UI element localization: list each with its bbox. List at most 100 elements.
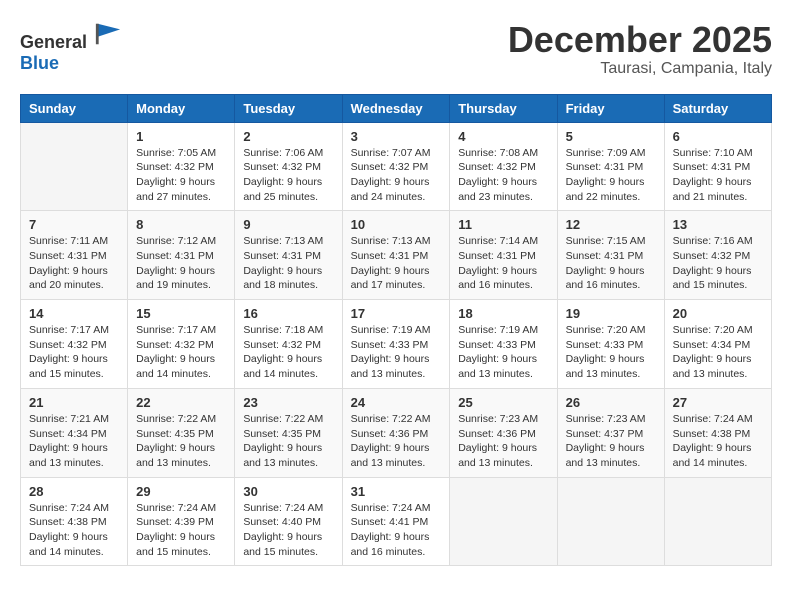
day-number: 22 <box>136 395 226 410</box>
calendar-table: SundayMondayTuesdayWednesdayThursdayFrid… <box>20 94 772 567</box>
day-number: 23 <box>243 395 333 410</box>
calendar-cell: 17Sunrise: 7:19 AMSunset: 4:33 PMDayligh… <box>342 300 450 389</box>
calendar-cell: 25Sunrise: 7:23 AMSunset: 4:36 PMDayligh… <box>450 388 557 477</box>
logo-text: General Blue <box>20 20 122 74</box>
day-info: Sunrise: 7:13 AMSunset: 4:31 PMDaylight:… <box>351 234 442 293</box>
weekday-header-friday: Friday <box>557 94 664 122</box>
calendar-cell: 2Sunrise: 7:06 AMSunset: 4:32 PMDaylight… <box>235 122 342 211</box>
day-info: Sunrise: 7:24 AMSunset: 4:41 PMDaylight:… <box>351 501 442 560</box>
day-info: Sunrise: 7:20 AMSunset: 4:34 PMDaylight:… <box>673 323 763 382</box>
page-header: General Blue December 2025 Taurasi, Camp… <box>20 20 772 78</box>
weekday-header-sunday: Sunday <box>21 94 128 122</box>
day-number: 9 <box>243 217 333 232</box>
calendar-cell: 15 Sunrise: 7:17 AMSunset: 4:32 PMDayligh… <box>128 300 235 389</box>
logo-general: General <box>20 32 87 52</box>
day-info: Sunrise: 7:13 AMSunset: 4:31 PMDaylight:… <box>243 234 333 293</box>
calendar-cell: 14Sunrise: 7:17 AMSunset: 4:32 PMDayligh… <box>21 300 128 389</box>
calendar-cell: 13Sunrise: 7:16 AMSunset: 4:32 PMDayligh… <box>664 211 771 300</box>
day-info: Sunrise: 7:15 AMSunset: 4:31 PMDaylight:… <box>566 234 656 293</box>
day-info: Sunrise: 7:17 AMSunset: 4:32 PMDaylight:… <box>136 323 226 382</box>
calendar-cell: 11 Sunrise: 7:14 AMSunset: 4:31 PMDayligh… <box>450 211 557 300</box>
calendar-cell: 21Sunrise: 7:21 AMSunset: 4:34 PMDayligh… <box>21 388 128 477</box>
weekday-header-thursday: Thursday <box>450 94 557 122</box>
calendar-cell: 4 Sunrise: 7:08 AMSunset: 4:32 PMDaylight… <box>450 122 557 211</box>
day-number: 12 <box>566 217 656 232</box>
day-number: 26 <box>566 395 656 410</box>
calendar-cell: 12 Sunrise: 7:15 AMSunset: 4:31 PMDayligh… <box>557 211 664 300</box>
day-info: Sunrise: 7:12 AMSunset: 4:31 PMDaylight:… <box>136 234 226 293</box>
calendar-cell: 23 Sunrise: 7:22 AMSunset: 4:35 PMDayligh… <box>235 388 342 477</box>
day-info: Sunrise: 7:24 AMSunset: 4:40 PMDaylight:… <box>243 501 333 560</box>
day-info: Sunrise: 7:09 AMSunset: 4:31 PMDaylight:… <box>566 146 656 205</box>
calendar-week-row: 28 Sunrise: 7:24 AMSunset: 4:38 PMDayligh… <box>21 477 772 566</box>
calendar-cell: 29Sunrise: 7:24 AMSunset: 4:39 PMDayligh… <box>128 477 235 566</box>
calendar-cell: 3 Sunrise: 7:07 AMSunset: 4:32 PMDaylight… <box>342 122 450 211</box>
day-number: 31 <box>351 484 442 499</box>
day-info: Sunrise: 7:05 AMSunset: 4:32 PMDaylight:… <box>136 146 226 205</box>
day-number: 17 <box>351 306 442 321</box>
calendar-cell: 8 Sunrise: 7:12 AMSunset: 4:31 PMDaylight… <box>128 211 235 300</box>
day-number: 18 <box>458 306 548 321</box>
day-number: 10 <box>351 217 442 232</box>
day-info: Sunrise: 7:14 AMSunset: 4:31 PMDaylight:… <box>458 234 548 293</box>
calendar-week-row: 7 Sunrise: 7:11 AMSunset: 4:31 PMDaylight… <box>21 211 772 300</box>
weekday-header-wednesday: Wednesday <box>342 94 450 122</box>
day-number: 7 <box>29 217 119 232</box>
weekday-header-monday: Monday <box>128 94 235 122</box>
day-number: 16 <box>243 306 333 321</box>
day-number: 4 <box>458 129 548 144</box>
title-block: December 2025 Taurasi, Campania, Italy <box>508 20 772 78</box>
day-number: 28 <box>29 484 119 499</box>
calendar-cell <box>21 122 128 211</box>
day-number: 11 <box>458 217 548 232</box>
day-number: 8 <box>136 217 226 232</box>
day-info: Sunrise: 7:24 AMSunset: 4:38 PMDaylight:… <box>29 501 119 560</box>
calendar-cell: 6 Sunrise: 7:10 AMSunset: 4:31 PMDaylight… <box>664 122 771 211</box>
day-number: 30 <box>243 484 333 499</box>
day-number: 20 <box>673 306 763 321</box>
weekday-header-tuesday: Tuesday <box>235 94 342 122</box>
calendar-cell: 5 Sunrise: 7:09 AMSunset: 4:31 PMDaylight… <box>557 122 664 211</box>
calendar-cell: 27 Sunrise: 7:24 AMSunset: 4:38 PMDayligh… <box>664 388 771 477</box>
day-number: 6 <box>673 129 763 144</box>
calendar-cell <box>664 477 771 566</box>
calendar-cell: 24Sunrise: 7:22 AMSunset: 4:36 PMDayligh… <box>342 388 450 477</box>
day-number: 15 <box>136 306 226 321</box>
logo-blue: Blue <box>20 53 59 73</box>
day-info: Sunrise: 7:24 AMSunset: 4:38 PMDaylight:… <box>673 412 763 471</box>
day-info: Sunrise: 7:21 AMSunset: 4:34 PMDaylight:… <box>29 412 119 471</box>
logo-flag-icon <box>94 20 122 48</box>
day-info: Sunrise: 7:20 AMSunset: 4:33 PMDaylight:… <box>566 323 656 382</box>
location-title: Taurasi, Campania, Italy <box>508 60 772 78</box>
day-info: Sunrise: 7:08 AMSunset: 4:32 PMDaylight:… <box>458 146 548 205</box>
day-number: 27 <box>673 395 763 410</box>
calendar-week-row: 14Sunrise: 7:17 AMSunset: 4:32 PMDayligh… <box>21 300 772 389</box>
calendar-cell: 30 Sunrise: 7:24 AMSunset: 4:40 PMDayligh… <box>235 477 342 566</box>
day-number: 19 <box>566 306 656 321</box>
day-info: Sunrise: 7:16 AMSunset: 4:32 PMDaylight:… <box>673 234 763 293</box>
day-info: Sunrise: 7:24 AMSunset: 4:39 PMDaylight:… <box>136 501 226 560</box>
calendar-cell: 1 Sunrise: 7:05 AMSunset: 4:32 PMDaylight… <box>128 122 235 211</box>
day-info: Sunrise: 7:06 AMSunset: 4:32 PMDaylight:… <box>243 146 333 205</box>
calendar-cell: 7 Sunrise: 7:11 AMSunset: 4:31 PMDaylight… <box>21 211 128 300</box>
day-info: Sunrise: 7:11 AMSunset: 4:31 PMDaylight:… <box>29 234 119 293</box>
calendar-cell <box>557 477 664 566</box>
calendar-cell: 22Sunrise: 7:22 AMSunset: 4:35 PMDayligh… <box>128 388 235 477</box>
calendar-header-row: SundayMondayTuesdayWednesdayThursdayFrid… <box>21 94 772 122</box>
calendar-cell: 19 Sunrise: 7:20 AMSunset: 4:33 PMDayligh… <box>557 300 664 389</box>
calendar-cell: 10 Sunrise: 7:13 AMSunset: 4:31 PMDayligh… <box>342 211 450 300</box>
day-info: Sunrise: 7:22 AMSunset: 4:35 PMDaylight:… <box>243 412 333 471</box>
day-number: 3 <box>351 129 442 144</box>
day-info: Sunrise: 7:19 AMSunset: 4:33 PMDaylight:… <box>458 323 548 382</box>
day-number: 5 <box>566 129 656 144</box>
calendar-cell: 9 Sunrise: 7:13 AMSunset: 4:31 PMDaylight… <box>235 211 342 300</box>
calendar-cell: 28 Sunrise: 7:24 AMSunset: 4:38 PMDayligh… <box>21 477 128 566</box>
logo: General Blue <box>20 20 122 74</box>
day-number: 25 <box>458 395 548 410</box>
day-info: Sunrise: 7:10 AMSunset: 4:31 PMDaylight:… <box>673 146 763 205</box>
day-info: Sunrise: 7:07 AMSunset: 4:32 PMDaylight:… <box>351 146 442 205</box>
calendar-cell <box>450 477 557 566</box>
day-info: Sunrise: 7:23 AMSunset: 4:37 PMDaylight:… <box>566 412 656 471</box>
day-number: 1 <box>136 129 226 144</box>
calendar-cell: 18 Sunrise: 7:19 AMSunset: 4:33 PMDayligh… <box>450 300 557 389</box>
